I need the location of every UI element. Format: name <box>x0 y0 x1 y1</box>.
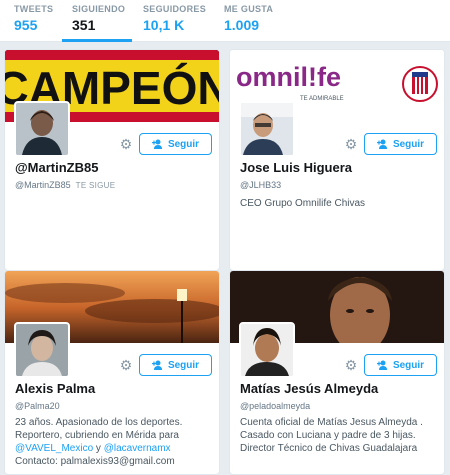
follow-label: Seguir <box>392 138 425 150</box>
omnilife-tagline: TE ADMIRABLE <box>300 96 344 102</box>
avatar[interactable] <box>239 101 295 157</box>
bio: CEO Grupo Omnilife Chivas <box>240 198 366 209</box>
bio: Cuenta oficial de Matías Jesus Almeyda .… <box>240 417 423 454</box>
avatar[interactable] <box>14 101 70 157</box>
display-name[interactable]: Jose Luis Higuera <box>240 160 352 175</box>
handle[interactable]: @JLHB33 <box>240 180 281 190</box>
omnilife-logo: omnil!fe <box>236 62 341 92</box>
gear-icon[interactable]: ⚙ <box>344 358 358 372</box>
follow-label: Seguir <box>167 359 200 371</box>
avatar[interactable] <box>239 322 295 378</box>
bio-contact: Contacto: palmalexis93@gmail.com <box>15 456 175 467</box>
avatar-image <box>16 324 68 376</box>
stat-following[interactable]: SIGUIENDO 351 <box>62 4 132 42</box>
bio-text: 23 años. Apasionado de los deportes. Rep… <box>15 417 183 441</box>
stat-tweets[interactable]: TWEETS 955 <box>14 4 64 42</box>
bio-mention-link[interactable]: @VAVEL_Mexico <box>15 443 93 454</box>
follow-button[interactable]: Seguir <box>364 133 437 155</box>
avatar-image <box>241 324 293 376</box>
stat-value: 955 <box>14 17 38 33</box>
follow-label: Seguir <box>167 138 200 150</box>
gear-icon[interactable]: ⚙ <box>119 358 133 372</box>
user-card-jlhb33[interactable]: omnil!fe TE ADMIRABLE ⚙ Seguir Jose Luis… <box>229 49 445 271</box>
bio-mention-link[interactable]: @lacavernamx <box>104 443 171 454</box>
stat-label: ME GUSTA <box>224 4 274 14</box>
profile-stats-bar: TWEETS 955 SIGUIENDO 351 SEGUIDORES 10,1… <box>0 0 450 42</box>
stat-followers[interactable]: SEGUIDORES 10,1 K <box>143 4 213 42</box>
user-card-martinzb85[interactable]: ¡CAMPEÓN! ⚙ Seguir @MartinZB85 @MartinZB… <box>4 49 220 271</box>
avatar-image <box>241 103 293 155</box>
stat-likes[interactable]: ME GUSTA 1.009 <box>224 4 284 42</box>
stat-value: 1.009 <box>224 17 260 33</box>
follows-you-badge: TE SIGUE <box>75 181 116 190</box>
add-user-icon <box>151 360 162 370</box>
stat-label: SIGUIENDO <box>72 4 126 14</box>
follow-label: Seguir <box>392 359 425 371</box>
handle-row: @peladoalmeyda <box>240 401 310 411</box>
bio: 23 años. Apasionado de los deportes. Rep… <box>15 416 215 468</box>
display-name[interactable]: Matías Jesús Almeyda <box>240 381 378 396</box>
handle-row: @Palma20 <box>15 401 60 411</box>
bio-conjunction: y <box>93 443 104 454</box>
handle-row: @JLHB33 <box>240 180 281 190</box>
follow-button[interactable]: Seguir <box>139 133 212 155</box>
add-user-icon <box>376 139 387 149</box>
user-card-palma20[interactable]: ⚙ Seguir Alexis Palma @Palma20 23 años. … <box>4 270 220 475</box>
stat-label: TWEETS <box>14 4 54 14</box>
gear-icon[interactable]: ⚙ <box>344 137 358 151</box>
handle[interactable]: @peladoalmeyda <box>240 401 310 411</box>
stat-value: 351 <box>72 17 96 33</box>
add-user-icon <box>376 360 387 370</box>
follow-button[interactable]: Seguir <box>364 354 437 376</box>
avatar-image <box>16 103 68 155</box>
add-user-icon <box>151 139 162 149</box>
stat-label: SEGUIDORES <box>143 4 207 14</box>
stat-value: 10,1 K <box>143 17 185 33</box>
display-name[interactable]: @MartinZB85 <box>15 160 98 175</box>
display-name[interactable]: Alexis Palma <box>15 381 95 396</box>
user-card-peladoalmeyda[interactable]: ⚙ Seguir Matías Jesús Almeyda @peladoalm… <box>229 270 445 475</box>
handle[interactable]: @Palma20 <box>15 401 60 411</box>
avatar[interactable] <box>14 322 70 378</box>
handle-row: @MartinZB85 TE SIGUE <box>15 180 115 190</box>
handle[interactable]: @MartinZB85 <box>15 180 71 190</box>
follow-button[interactable]: Seguir <box>139 354 212 376</box>
gear-icon[interactable]: ⚙ <box>119 137 133 151</box>
